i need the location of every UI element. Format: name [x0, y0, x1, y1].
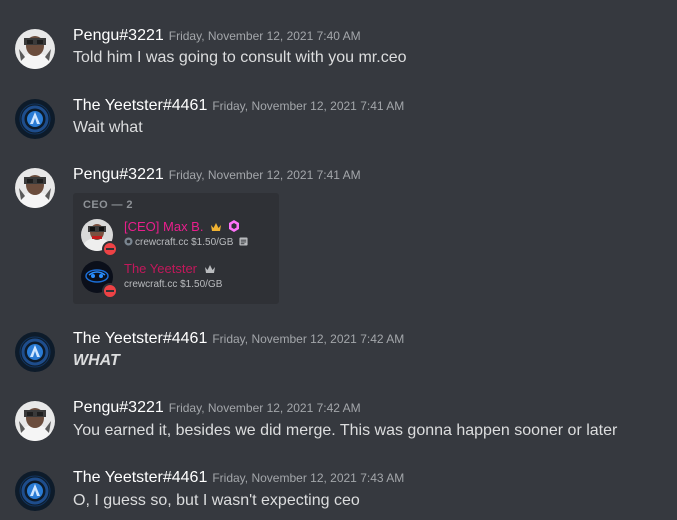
message: The Yeetster#4461 Friday, November 12, 20… — [0, 0, 677, 520]
username[interactable]: The Yeetster#4461 — [73, 469, 207, 486]
message-timestamp: Friday, November 12, 2021 7:43 AM — [212, 471, 405, 485]
yeetster-avatar-icon — [15, 471, 55, 511]
yeetster-avatar[interactable] — [15, 471, 55, 511]
message-content: O, I guess so, but I wasn't expecting ce… — [73, 492, 360, 509]
